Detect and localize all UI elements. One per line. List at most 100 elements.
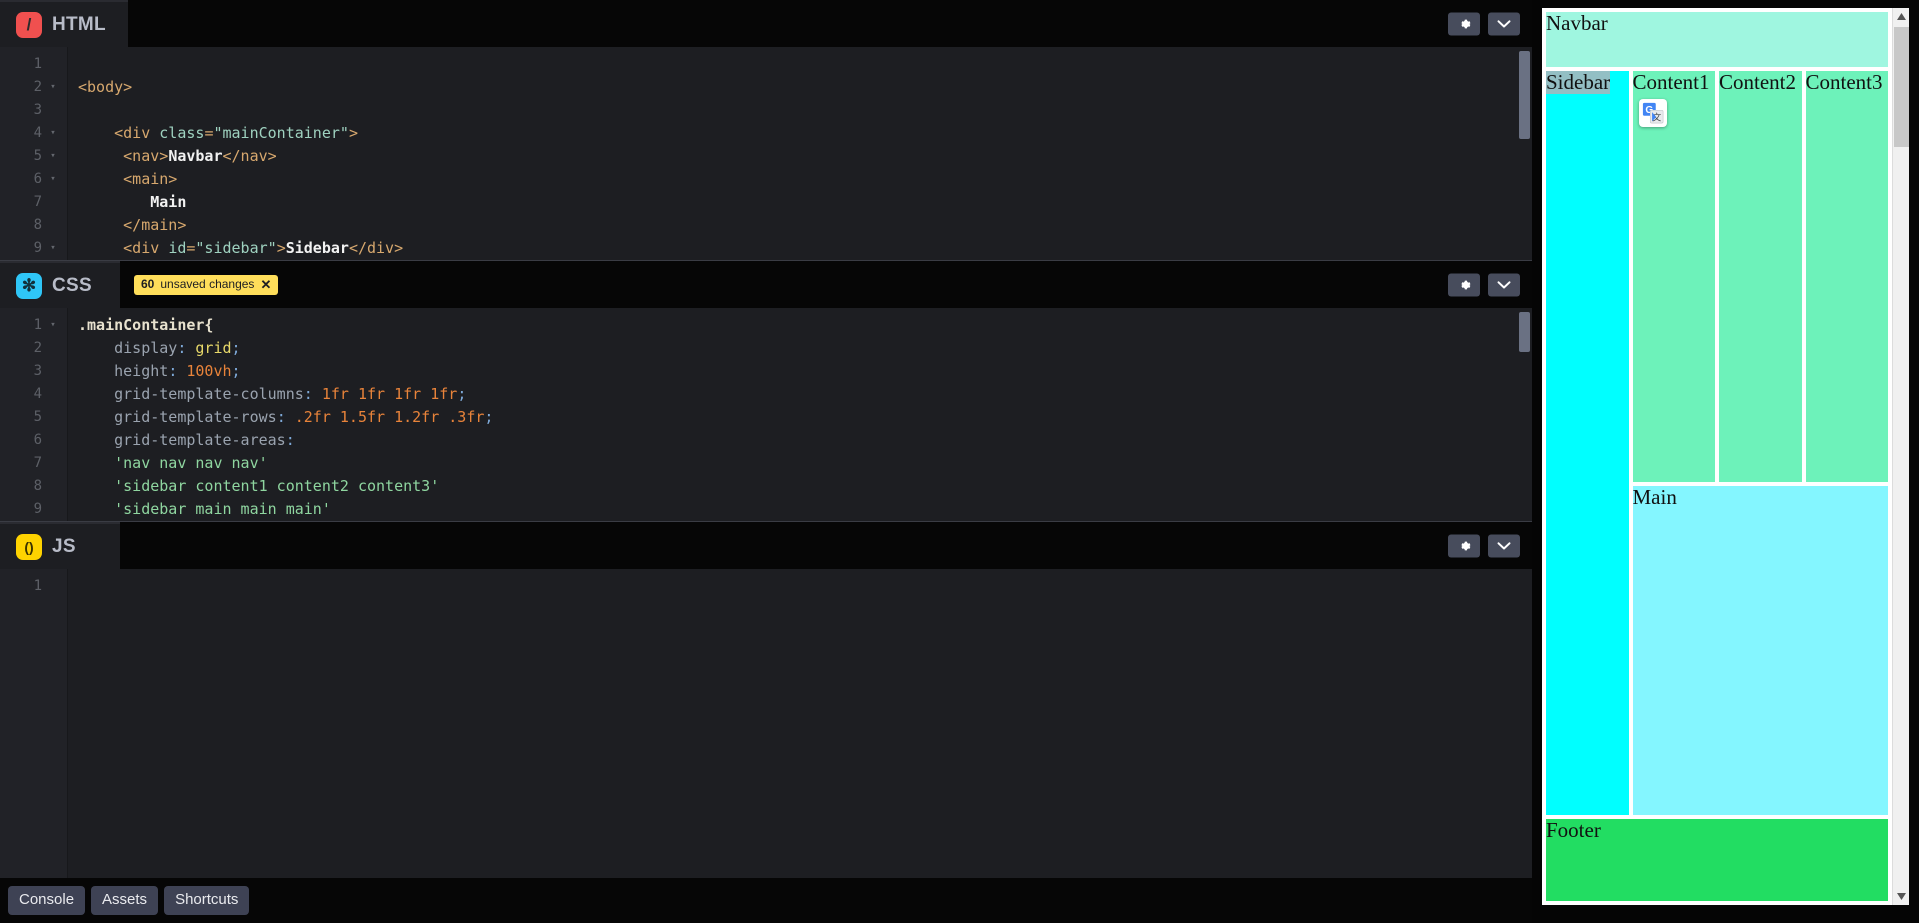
code-token: ;: [231, 362, 241, 380]
js-pane-header: () JS: [0, 522, 1532, 569]
code-token: 'sidebar content1 content2 content3': [78, 477, 440, 495]
html-scrollbar[interactable]: [1519, 51, 1530, 201]
code-token: display: [78, 339, 178, 357]
html-code-lines[interactable]: 1 2 ▾ <body> 3 4 ▾ <div class="mainContainer">…: [0, 47, 1532, 260]
js-code-lines[interactable]: 1: [0, 569, 1532, 598]
console-button[interactable]: Console: [8, 886, 86, 915]
code-line[interactable]: 4 grid-template-columns: 1fr 1fr 1fr 1fr…: [0, 383, 1532, 406]
code-line[interactable]: 5 ▾ <nav>Navbar</nav>: [0, 145, 1532, 168]
fold-arrow-icon[interactable]: ▾: [47, 76, 59, 99]
line-number: 7: [33, 455, 42, 471]
code-text: height: 100vh;: [78, 360, 241, 383]
fold-arrow-icon[interactable]: ▾: [47, 314, 59, 337]
preview-main: Main: [1632, 485, 1888, 815]
code-line[interactable]: 8 </main>: [0, 214, 1532, 237]
code-text: </main>: [78, 214, 186, 237]
google-translate-icon[interactable]: G 文: [1638, 98, 1667, 127]
code-line[interactable]: 2 ▾ <body>: [0, 76, 1532, 99]
code-line[interactable]: 7 Main: [0, 191, 1532, 214]
code-line[interactable]: 2 display: grid;: [0, 337, 1532, 360]
fold-arrow-icon[interactable]: ▾: [47, 168, 59, 191]
chevron-down-icon[interactable]: [1488, 273, 1520, 296]
codepen-editor-app: / HTML 1 2 ▾ <body> 3 4 ▾ <div class="mainCont…: [0, 0, 1919, 923]
code-text: Main: [78, 191, 186, 214]
assets-button[interactable]: Assets: [91, 886, 159, 915]
js-code-body[interactable]: 1: [0, 569, 1532, 923]
html-scrollbar-thumb[interactable]: [1519, 51, 1530, 139]
fold-arrow-icon[interactable]: ▾: [47, 122, 59, 145]
js-gutter: [0, 569, 68, 923]
html-pane-tab[interactable]: / HTML: [0, 0, 128, 47]
line-number: 5: [33, 409, 42, 425]
code-token: grid-template-areas: [78, 431, 286, 449]
css-pane-tab[interactable]: ✻ CSS: [0, 261, 120, 308]
css-code-lines[interactable]: 1 ▾ .mainContainer{2 display: grid; 3 heigh…: [0, 308, 1532, 521]
code-token: </nav>: [222, 147, 277, 165]
preview-footer: Footer: [1546, 818, 1888, 901]
html-pane: / HTML 1 2 ▾ <body> 3 4 ▾ <div class="mainCont…: [0, 0, 1532, 260]
code-text: 'sidebar main main main': [78, 498, 331, 521]
code-token: :: [303, 385, 313, 403]
code-token: height: [78, 362, 169, 380]
code-token: <main>: [78, 170, 178, 188]
chevron-down-icon[interactable]: [1488, 12, 1520, 35]
code-line[interactable]: 9 ▾ <div id="sidebar">Sidebar</div>: [0, 237, 1532, 260]
settings-gear-icon[interactable]: [1448, 273, 1480, 296]
code-line[interactable]: 8 'sidebar content1 content2 content3': [0, 475, 1532, 498]
line-number: 1: [33, 56, 42, 72]
css-pane: ✻ CSS 60 unsaved changes ✕ 1 ▾ .mainCont…: [0, 261, 1532, 521]
chevron-down-icon[interactable]: [1488, 534, 1520, 557]
code-token: 1fr 1fr 1fr 1fr: [312, 385, 458, 403]
settings-gear-icon[interactable]: [1448, 12, 1480, 35]
fold-arrow-icon[interactable]: ▾: [47, 237, 59, 260]
scroll-down-arrow-icon[interactable]: [1893, 888, 1910, 905]
code-token: .2fr 1.5fr 1.2fr .3fr: [285, 408, 485, 426]
preview-column: Navbar Sidebar Content1 G 文 Content2 Con…: [1532, 0, 1919, 923]
scroll-up-arrow-icon[interactable]: [1893, 8, 1910, 25]
css-scrollbar[interactable]: [1519, 312, 1530, 497]
line-number: 3: [33, 102, 42, 118]
code-text: <body>: [78, 76, 132, 99]
code-token: Navbar: [168, 147, 223, 165]
js-pane-tab[interactable]: () JS: [0, 522, 120, 569]
html-code-body[interactable]: 1 2 ▾ <body> 3 4 ▾ <div class="mainContainer">…: [0, 47, 1532, 260]
code-text: 'sidebar content1 content2 content3': [78, 475, 439, 498]
code-line[interactable]: 3 height: 100vh;: [0, 360, 1532, 383]
settings-gear-icon[interactable]: [1448, 534, 1480, 557]
code-line[interactable]: 4 ▾ <div class="mainContainer">: [0, 122, 1532, 145]
code-line[interactable]: 7 'nav nav nav nav': [0, 452, 1532, 475]
code-line[interactable]: 3: [0, 99, 1532, 122]
line-number: 5: [33, 148, 42, 164]
close-icon[interactable]: ✕: [260, 278, 271, 291]
shortcuts-button[interactable]: Shortcuts: [164, 886, 250, 915]
preview-content1: Content1 G 文: [1632, 70, 1715, 482]
code-line[interactable]: 5 grid-template-rows: .2fr 1.5fr 1.2fr .…: [0, 406, 1532, 429]
code-line[interactable]: 6 grid-template-areas:: [0, 429, 1532, 452]
code-text: <div class="mainContainer">: [78, 122, 358, 145]
code-token: ;: [231, 339, 241, 357]
line-number: 7: [33, 194, 42, 210]
code-text: <div id="sidebar">Sidebar</div>: [78, 237, 403, 260]
preview-iframe[interactable]: Navbar Sidebar Content1 G 文 Content2 Con…: [1542, 8, 1892, 905]
fold-arrow-icon[interactable]: ▾: [47, 145, 59, 168]
js-lang-icon: (): [16, 533, 42, 560]
code-line[interactable]: 1 ▾ .mainContainer{: [0, 314, 1532, 337]
preview-scrollbar[interactable]: [1892, 8, 1909, 905]
editor-column: / HTML 1 2 ▾ <body> 3 4 ▾ <div class="mainCont…: [0, 0, 1532, 923]
code-line[interactable]: 1: [0, 575, 1532, 598]
preview-sidebar-label: Sidebar: [1546, 70, 1611, 94]
css-scrollbar-thumb[interactable]: [1519, 312, 1530, 352]
code-text: 'nav nav nav nav': [78, 452, 268, 475]
css-pane-actions: [1448, 273, 1520, 296]
code-line[interactable]: 9 'sidebar main main main': [0, 498, 1532, 521]
css-code-body[interactable]: 1 ▾ .mainContainer{2 display: grid; 3 heigh…: [0, 308, 1532, 521]
code-line[interactable]: 1: [0, 53, 1532, 76]
preview-scrollbar-thumb[interactable]: [1894, 27, 1909, 147]
code-token: id: [168, 239, 187, 257]
unsaved-changes-badge[interactable]: 60 unsaved changes ✕: [134, 274, 279, 295]
code-line[interactable]: 6 ▾ <main>: [0, 168, 1532, 191]
code-text: display: grid;: [78, 337, 241, 360]
html-pane-header: / HTML: [0, 0, 1532, 47]
code-token: <div: [78, 124, 160, 142]
code-token: ;: [457, 385, 467, 403]
